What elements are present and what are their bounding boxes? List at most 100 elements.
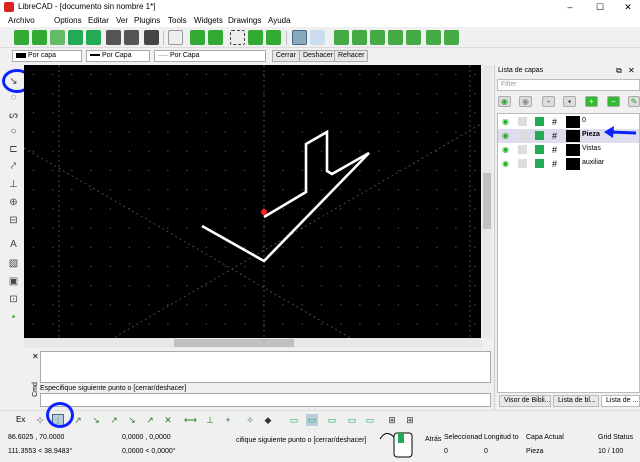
vertical-scroll-thumb[interactable]: [483, 173, 491, 229]
linetype-combo[interactable]: Por Capa: [86, 50, 150, 62]
command-tab-label[interactable]: Cmd: [32, 382, 39, 397]
menu-archivo[interactable]: Archivo: [8, 16, 35, 25]
construction-icon[interactable]: #: [552, 159, 561, 169]
zoom-pan-icon[interactable]: [444, 30, 459, 45]
remove-layer-icon[interactable]: −: [607, 96, 620, 107]
print-layer-icon[interactable]: [535, 131, 544, 140]
command-input[interactable]: [40, 393, 491, 407]
select-tool-icon[interactable]: ⤤: [7, 160, 20, 173]
unlock-all-icon[interactable]: ▪: [542, 96, 555, 107]
menu-ver[interactable]: Ver: [116, 16, 128, 25]
construction-icon[interactable]: #: [552, 117, 561, 127]
dimension-tool-icon[interactable]: ⊥: [7, 178, 20, 191]
zoom-out-icon[interactable]: [370, 30, 385, 45]
hatch-tool-icon[interactable]: ▧: [7, 257, 20, 270]
horizontal-scrollbar[interactable]: [24, 338, 482, 348]
draft-mode-icon[interactable]: [310, 30, 325, 45]
new-template-icon[interactable]: [32, 30, 47, 45]
create-block-icon[interactable]: ⊞: [404, 414, 416, 426]
visibility-icon[interactable]: ◉: [502, 131, 511, 140]
grid-toggle-icon[interactable]: [292, 30, 307, 45]
polyline-tool-icon[interactable]: ⊏: [7, 143, 20, 156]
horizontal-scroll-thumb[interactable]: [174, 339, 294, 347]
tab-library-browser[interactable]: Visor de Bibli...: [499, 395, 551, 407]
redo-segment-button[interactable]: Rehacer: [334, 50, 369, 62]
drawing-canvas[interactable]: [24, 65, 481, 338]
close-polyline-button[interactable]: Cerrar: [272, 50, 300, 62]
print-layer-icon[interactable]: [535, 159, 544, 168]
save-as-icon[interactable]: [86, 30, 101, 45]
menu-editar[interactable]: Editar: [88, 16, 109, 25]
view-window-icon[interactable]: ▭: [346, 414, 358, 426]
block-tool-icon[interactable]: ⊡: [7, 293, 20, 306]
add-layer-icon[interactable]: +: [585, 96, 598, 107]
lock-icon[interactable]: [518, 145, 527, 154]
visibility-icon[interactable]: ◉: [502, 145, 511, 154]
close-button[interactable]: ✕: [618, 0, 638, 14]
lock-relative-zero-icon[interactable]: ◆: [262, 414, 274, 426]
text-tool-icon[interactable]: A: [7, 238, 20, 251]
ellipse-tool-icon[interactable]: ○: [7, 125, 20, 138]
snap-center-icon[interactable]: ↗: [108, 414, 120, 426]
menu-tools[interactable]: Tools: [168, 16, 187, 25]
lock-all-icon[interactable]: ▪: [563, 96, 576, 107]
paste-icon[interactable]: [230, 30, 245, 45]
layer-row[interactable]: ◉ # Vistas: [498, 143, 639, 157]
redo-icon[interactable]: [266, 30, 281, 45]
layer-row[interactable]: ◉ # auxiliar: [498, 157, 639, 171]
snap-entity-icon[interactable]: ↘: [90, 414, 102, 426]
cut-icon[interactable]: [190, 30, 205, 45]
open-file-icon[interactable]: [50, 30, 65, 45]
zoom-auto-icon[interactable]: [388, 30, 403, 45]
snap-free-icon[interactable]: ⊹: [34, 414, 46, 426]
select-pointer-icon[interactable]: [168, 30, 183, 45]
menu-widgets[interactable]: Widgets: [194, 16, 223, 25]
view-layout-icon[interactable]: ▭: [364, 414, 376, 426]
point-tool-icon[interactable]: •: [7, 311, 20, 324]
copy-icon[interactable]: [208, 30, 223, 45]
view-print-icon[interactable]: ▭: [326, 414, 338, 426]
menu-drawings[interactable]: Drawings: [228, 16, 261, 25]
zoom-redraw-icon[interactable]: [334, 30, 349, 45]
command-close-icon[interactable]: ✕: [32, 352, 39, 361]
snap-distance-icon[interactable]: ↗: [144, 414, 156, 426]
snap-intersection-icon[interactable]: ✕: [162, 414, 174, 426]
show-all-layers-icon[interactable]: ◉: [498, 96, 511, 107]
restrict-horizontal-icon[interactable]: ⟷: [184, 414, 197, 426]
zoom-window-icon[interactable]: [426, 30, 441, 45]
edit-layer-icon[interactable]: ✎: [628, 96, 640, 107]
undo-icon[interactable]: [248, 30, 263, 45]
zoom-in-icon[interactable]: [352, 30, 367, 45]
float-panel-icon[interactable]: ⧉: [616, 66, 622, 76]
tab-layer-list[interactable]: Lista de ...: [601, 395, 640, 407]
hide-all-layers-icon[interactable]: ◉: [519, 96, 532, 107]
zoom-previous-icon[interactable]: [406, 30, 421, 45]
color-combo[interactable]: Por capa: [12, 50, 82, 62]
print-layer-icon[interactable]: [535, 145, 544, 154]
visibility-icon[interactable]: ◉: [502, 159, 511, 168]
minimize-button[interactable]: –: [560, 0, 580, 14]
print-icon[interactable]: [106, 30, 121, 45]
construction-icon[interactable]: #: [552, 131, 561, 141]
modify-tool-icon[interactable]: ⊕: [7, 196, 20, 209]
new-file-icon[interactable]: [14, 30, 29, 45]
lock-icon[interactable]: [518, 117, 527, 126]
relative-zero-icon[interactable]: ✧: [244, 414, 256, 426]
print-layer-icon[interactable]: [535, 117, 544, 126]
curve-tool-icon[interactable]: ᔕ: [7, 109, 20, 122]
view-monitor-icon[interactable]: ▭: [306, 414, 318, 426]
undo-segment-button[interactable]: Deshacer: [299, 50, 337, 62]
insert-block-icon[interactable]: ⊞: [386, 414, 398, 426]
menu-plugins[interactable]: Plugins: [134, 16, 160, 25]
restrict-vertical-icon[interactable]: ⊥: [204, 414, 216, 426]
layer-filter-input[interactable]: Filter: [497, 79, 640, 91]
tab-block-list[interactable]: Lista de bl...: [553, 395, 599, 407]
lock-icon[interactable]: [518, 159, 527, 168]
lock-icon[interactable]: [518, 131, 527, 140]
measure-tool-icon[interactable]: ⊟: [7, 214, 20, 227]
menu-ayuda[interactable]: Ayuda: [268, 16, 291, 25]
view-screen-icon[interactable]: ▭: [288, 414, 300, 426]
width-combo[interactable]: Por Capa: [154, 50, 266, 62]
close-panel-icon[interactable]: ✕: [628, 66, 635, 75]
maximize-button[interactable]: ☐: [590, 0, 610, 14]
